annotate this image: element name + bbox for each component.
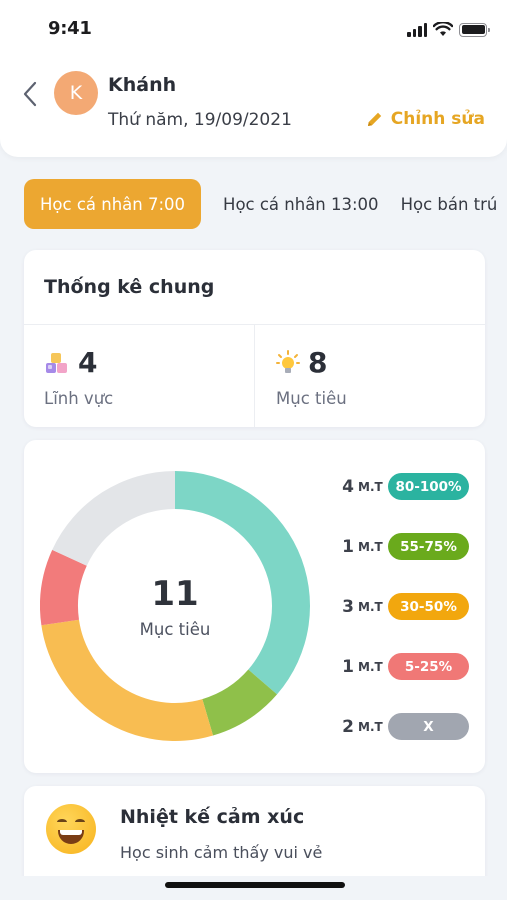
tab-personal-1300[interactable]: Học cá nhân 13:00 <box>223 179 379 229</box>
legend-count: 1 <box>342 656 354 677</box>
avatar: K <box>54 71 98 115</box>
user-name: Khánh <box>108 74 177 96</box>
legend-unit: M.T <box>358 719 383 734</box>
legend-row: 1 M.T 55-75% <box>340 533 469 560</box>
bottom-area <box>0 876 507 900</box>
goals-count: 8 <box>308 346 328 379</box>
summary-card: Thống kê chung 4 Lĩnh vực 8 Mục tiêu <box>24 250 485 427</box>
edit-button-label: Chỉnh sửa <box>390 109 485 129</box>
goals-stat: 8 Mục tiêu <box>276 346 347 408</box>
legend-unit: M.T <box>358 539 383 554</box>
legend-count: 1 <box>342 536 354 557</box>
legend-count: 3 <box>342 596 354 617</box>
tab-boarding[interactable]: Học bán trú <box>401 179 498 229</box>
wifi-icon <box>433 22 453 36</box>
fields-stat: 4 Lĩnh vực <box>44 346 113 408</box>
legend-range-badge: X <box>388 713 469 740</box>
selected-date: Thứ năm, 19/09/2021 <box>108 110 292 130</box>
total-goals-value: 11 <box>151 573 199 614</box>
chevron-left-icon <box>23 81 37 107</box>
legend-range-badge: 5-25% <box>388 653 469 680</box>
legend-unit: M.T <box>358 599 383 614</box>
pencil-icon <box>367 112 381 126</box>
legend-range-badge: 80-100% <box>388 473 469 500</box>
fields-count: 4 <box>78 346 98 379</box>
legend-range-badge: 55-75% <box>388 533 469 560</box>
cellular-signal-icon <box>407 22 427 37</box>
fields-label: Lĩnh vực <box>44 389 114 408</box>
legend-count: 2 <box>342 716 354 737</box>
legend-unit: M.T <box>358 659 383 674</box>
edit-button[interactable]: Chỉnh sửa <box>366 109 485 129</box>
session-tabs: Học cá nhân 7:00 Học cá nhân 13:00 Học b… <box>24 179 507 229</box>
emotion-title: Nhiệt kế cảm xúc <box>120 806 305 828</box>
battery-icon <box>459 22 490 37</box>
home-indicator <box>165 882 345 888</box>
status-time: 9:41 <box>48 18 92 39</box>
legend-unit: M.T <box>358 479 383 494</box>
legend-row: 4 M.T 80-100% <box>340 473 469 500</box>
tab-personal-0700[interactable]: Học cá nhân 7:00 <box>24 179 202 229</box>
header: 9:41 K Khánh Thứ năm, 19/09/2021 Chỉnh s… <box>0 0 507 157</box>
status-icons <box>407 22 490 37</box>
legend-row: 3 M.T 30-50% <box>340 593 469 620</box>
donut-center: 11 Mục tiêu <box>40 471 310 741</box>
legend-range-badge: 30-50% <box>388 593 469 620</box>
legend-count: 4 <box>342 476 354 497</box>
grinning-face-icon <box>46 804 96 854</box>
progress-chart-card: 11 Mục tiêu 4 M.T 80-100% 1 M.T 55-75% 3 M.T 30-… <box>24 440 485 773</box>
total-goals-label: Mục tiêu <box>139 619 211 639</box>
blocks-icon <box>46 352 67 373</box>
emotion-status: Học sinh cảm thấy vui vẻ <box>120 843 323 862</box>
legend-row: 1 M.T 5-25% <box>340 653 469 680</box>
lightbulb-icon <box>276 349 300 373</box>
back-button[interactable] <box>22 78 44 110</box>
divider <box>254 324 255 427</box>
summary-title: Thống kê chung <box>44 276 215 298</box>
goals-label: Mục tiêu <box>276 389 347 408</box>
legend-row: 2 M.T X <box>340 713 469 740</box>
